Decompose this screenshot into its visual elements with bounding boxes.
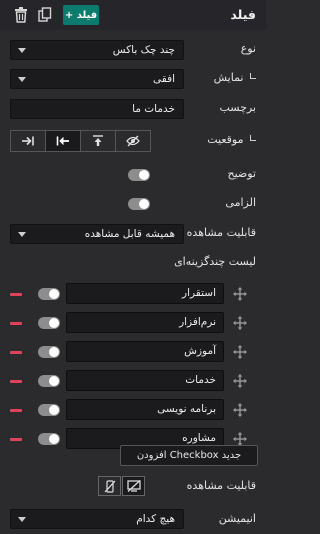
desktop-off-icon: [126, 480, 141, 492]
item-default-toggle[interactable]: [38, 288, 60, 300]
item-default-toggle[interactable]: [38, 433, 60, 445]
drag-move-icon[interactable]: [233, 374, 247, 388]
add-field-label: + فیلد: [64, 9, 98, 21]
type-value: چند چک باکس: [112, 44, 175, 56]
checkbox-list-label: لیست چندگزینه‌ای: [174, 255, 256, 268]
checkbox-list-item: آموزش: [0, 341, 266, 363]
sub-option-marker-icon: [250, 135, 256, 141]
mobile-off-icon: [104, 479, 115, 493]
arrow-left-icon: [56, 136, 69, 146]
remove-item-icon[interactable]: [10, 380, 22, 383]
remove-item-icon[interactable]: [10, 351, 22, 354]
visibility-label: قابلیت مشاهده: [186, 226, 256, 239]
checkbox-list-item: خدمات: [0, 370, 266, 392]
caption-label: برچسب: [219, 101, 256, 114]
arrow-right-to-bar-icon: [22, 136, 34, 146]
position-none-button[interactable]: [115, 130, 151, 152]
item-default-toggle[interactable]: [38, 404, 60, 416]
checkbox-list-item: نرم‌افزار: [0, 312, 266, 334]
drag-move-icon[interactable]: [233, 287, 247, 301]
sub-option-marker-icon: [250, 73, 256, 79]
required-toggle[interactable]: [128, 198, 150, 210]
drag-move-icon[interactable]: [233, 316, 247, 330]
position-left-button[interactable]: [45, 130, 81, 152]
trash-icon[interactable]: [14, 7, 28, 23]
drag-move-icon[interactable]: [233, 345, 247, 359]
eye-slash-icon: [126, 135, 140, 147]
item-default-toggle[interactable]: [38, 346, 60, 358]
item-label-input[interactable]: نرم‌افزار: [66, 312, 224, 333]
display-label: نمایش: [214, 71, 256, 84]
required-label: الزامی: [225, 196, 256, 209]
type-select[interactable]: چند چک باکس: [10, 40, 184, 60]
animation-value: هیچ کدام: [136, 513, 175, 525]
remove-item-icon[interactable]: [10, 409, 22, 412]
copy-icon[interactable]: [38, 7, 52, 23]
item-default-toggle[interactable]: [38, 375, 60, 387]
display-value: افقی: [153, 73, 175, 85]
animation-select[interactable]: هیچ کدام: [10, 509, 184, 529]
position-label: موقعیت: [207, 133, 256, 146]
checkbox-list-item: استقرار: [0, 283, 266, 305]
add-checkbox-button[interactable]: افزودن Checkbox جدید: [120, 445, 258, 466]
remove-item-icon[interactable]: [10, 438, 22, 441]
checkbox-list-item: برنامه نویسی: [0, 399, 266, 421]
description-label: توضیح: [227, 167, 256, 180]
position-top-button[interactable]: [80, 130, 116, 152]
device-visibility-label: قابلیت مشاهده: [186, 479, 256, 492]
item-default-toggle[interactable]: [38, 317, 60, 329]
display-label-text: نمایش: [213, 71, 244, 84]
position-right-button[interactable]: [10, 130, 46, 152]
item-label-input[interactable]: آموزش: [66, 341, 224, 362]
drag-move-icon[interactable]: [233, 403, 247, 417]
chevron-down-icon: [18, 48, 26, 53]
position-button-group: [10, 130, 151, 152]
drag-move-icon[interactable]: [233, 432, 247, 446]
chevron-down-icon: [18, 232, 26, 237]
type-label: نوع: [240, 42, 256, 55]
arrow-up-icon: [93, 135, 103, 146]
position-label-text: موقعیت: [207, 133, 244, 146]
animation-label: انیمیشن: [218, 512, 256, 525]
remove-item-icon[interactable]: [10, 322, 22, 325]
chevron-down-icon: [18, 517, 26, 522]
add-field-button[interactable]: + فیلد: [63, 5, 99, 25]
item-label-input[interactable]: برنامه نویسی: [66, 399, 224, 420]
visibility-value: همیشه قابل مشاهده: [84, 228, 175, 240]
chevron-down-icon: [18, 77, 26, 82]
remove-item-icon[interactable]: [10, 293, 22, 296]
item-label-input[interactable]: خدمات: [66, 370, 224, 391]
panel-title: فیلد: [230, 7, 256, 22]
description-toggle[interactable]: [128, 169, 150, 181]
item-label-input[interactable]: استقرار: [66, 283, 224, 304]
hide-on-mobile-button[interactable]: [98, 476, 121, 496]
caption-input[interactable]: خدمات ما: [10, 99, 184, 119]
display-select[interactable]: افقی: [10, 69, 184, 89]
panel-header: + فیلد فیلد: [0, 0, 266, 30]
visibility-select[interactable]: همیشه قابل مشاهده: [10, 224, 184, 244]
hide-on-desktop-button[interactable]: [122, 476, 145, 496]
